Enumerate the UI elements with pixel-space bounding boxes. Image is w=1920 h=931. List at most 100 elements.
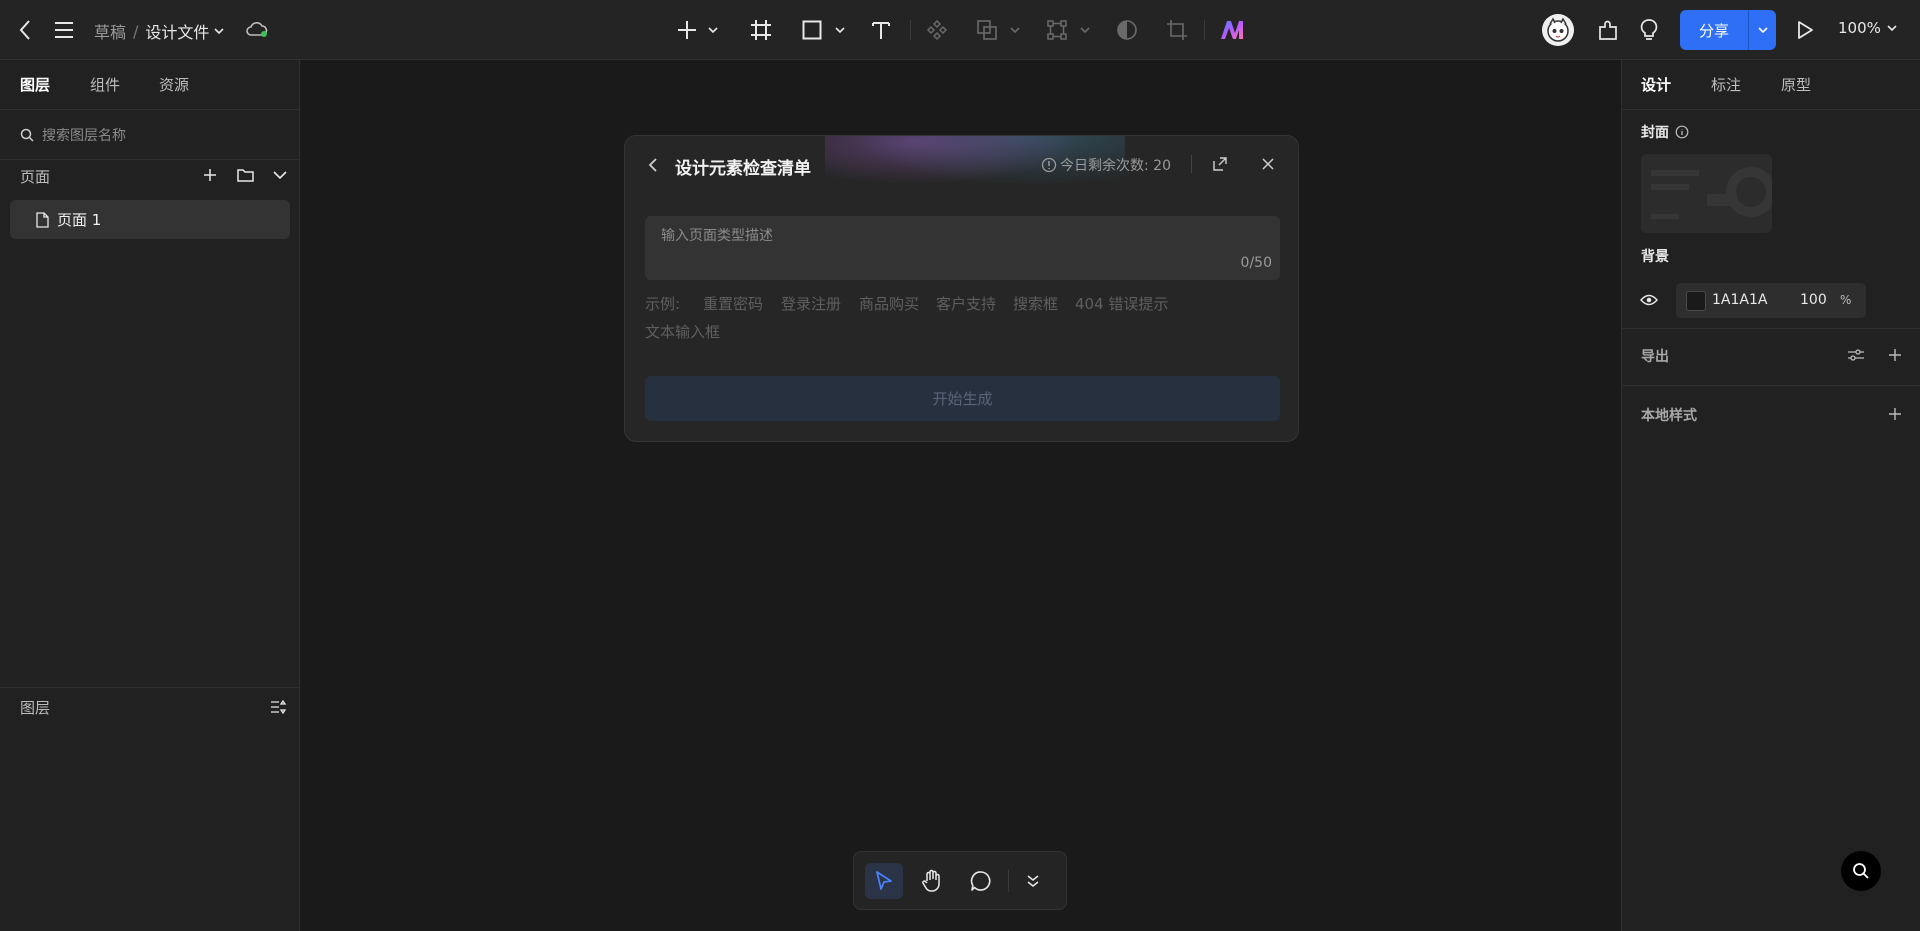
menu-icon[interactable] (53, 18, 75, 42)
divider (0, 687, 300, 688)
divider (1622, 385, 1920, 386)
double-chevron-down-icon[interactable] (1019, 867, 1047, 895)
settings-sliders-icon[interactable] (1845, 344, 1867, 366)
mask-icon[interactable] (1114, 17, 1140, 43)
zoom-value: 100% (1838, 19, 1881, 37)
layers-section-label: 图层 (20, 699, 51, 717)
bg-opacity-unit: % (1840, 293, 1852, 307)
color-swatch[interactable] (1686, 291, 1706, 311)
divider (0, 159, 300, 160)
chevron-down-icon[interactable] (1008, 24, 1022, 36)
comment-icon[interactable] (965, 865, 997, 897)
example-chip[interactable]: 文本输入框 (645, 321, 720, 342)
boolean-icon[interactable] (974, 17, 1000, 43)
chevron-down-icon[interactable] (706, 24, 720, 36)
tab-prototype[interactable]: 原型 (1781, 74, 1811, 95)
example-chip[interactable]: 重置密码 (703, 293, 763, 314)
add-style-icon[interactable] (1884, 403, 1906, 425)
divider (1622, 328, 1920, 329)
breadcrumb: 草稿 / 设计文件 (94, 19, 224, 43)
layer-search[interactable]: 搜索图层名称 (20, 120, 280, 150)
cover-header: 封面 (1641, 122, 1689, 142)
tab-annotation[interactable]: 标注 (1711, 74, 1741, 95)
header-divider (1191, 155, 1192, 173)
breadcrumb-separator: / (133, 21, 139, 41)
toolbar-divider (910, 20, 911, 40)
zoom-select[interactable]: 100% (1838, 19, 1897, 37)
pages-label: 页面 (20, 168, 51, 186)
page-icon (36, 211, 49, 228)
example-chip[interactable]: 搜索框 (1013, 293, 1058, 314)
toolbar-divider (1204, 20, 1205, 40)
cover-thumbnail[interactable] (1641, 154, 1772, 233)
quota-info: 今日剩余次数: 20 (1041, 155, 1171, 175)
avatar[interactable] (1542, 14, 1574, 46)
folder-icon[interactable] (235, 165, 255, 185)
checklist-dialog: 设计元素检查清单 今日剩余次数: 20 输入页面类型描述 0/50 示例: 重置… (624, 135, 1299, 442)
file-name[interactable]: 设计文件 (145, 19, 209, 43)
share-dropdown-button[interactable] (1749, 10, 1776, 50)
chevron-down-icon[interactable] (270, 165, 290, 185)
chevron-down-icon (1757, 26, 1768, 33)
close-icon[interactable] (1257, 153, 1279, 175)
ai-plugin-logo-icon[interactable] (1218, 16, 1246, 44)
text-tool-icon[interactable] (868, 17, 894, 43)
bottom-tool-bar (853, 851, 1067, 910)
chevron-down-icon[interactable] (833, 24, 847, 36)
background-fill-row[interactable]: 1A1A1A 100 % (1676, 283, 1866, 318)
hand-tool-icon[interactable] (916, 865, 948, 897)
vector-edit-icon[interactable] (1044, 17, 1070, 43)
search-input[interactable]: 搜索图层名称 (42, 125, 126, 145)
info-icon (1041, 157, 1057, 173)
divider (1622, 109, 1920, 110)
background-label: 背景 (1641, 249, 1669, 265)
play-icon[interactable] (1792, 17, 1818, 43)
share-button[interactable]: 分享 (1680, 10, 1748, 50)
local-styles-label: 本地样式 (1641, 408, 1697, 424)
component-icon[interactable] (924, 17, 950, 43)
expand-icon[interactable] (1209, 153, 1231, 175)
bg-opacity-value[interactable]: 100 (1800, 292, 1827, 308)
char-count: 0/50 (1240, 255, 1272, 271)
page-item-label: 页面 1 (57, 211, 102, 229)
generate-button[interactable]: 开始生成 (645, 376, 1280, 421)
rectangle-icon[interactable] (799, 17, 825, 43)
back-icon[interactable] (643, 154, 663, 176)
search-fab-icon[interactable] (1841, 851, 1881, 891)
tab-layers[interactable]: 图层 (20, 74, 50, 95)
layer-sort-icon[interactable] (268, 697, 290, 717)
chevron-down-icon (1887, 24, 1897, 31)
right-panel: 设计 标注 原型 封面 背景 1A1A1A 100 % 导出 本地样式 (1621, 60, 1920, 931)
chevron-down-icon[interactable] (214, 27, 224, 35)
move-tool-icon[interactable] (865, 863, 903, 899)
visibility-eye-icon[interactable] (1638, 289, 1660, 311)
add-page-icon[interactable] (200, 165, 220, 185)
chevron-down-icon[interactable] (1078, 24, 1092, 36)
tab-design[interactable]: 设计 (1641, 74, 1671, 95)
add-icon[interactable] (674, 17, 700, 43)
page-type-input[interactable]: 输入页面类型描述 0/50 (645, 216, 1280, 280)
divider (0, 109, 300, 110)
example-chip[interactable]: 404 错误提示 (1075, 293, 1168, 314)
add-export-icon[interactable] (1884, 344, 1906, 366)
input-placeholder: 输入页面类型描述 (661, 228, 773, 244)
cloud-sync-icon (244, 18, 270, 40)
back-icon[interactable] (14, 16, 36, 44)
example-chip[interactable]: 客户支持 (936, 293, 996, 314)
lightbulb-icon[interactable] (1636, 17, 1662, 43)
page-item[interactable]: 页面 1 (10, 200, 290, 239)
plugin-icon[interactable] (1595, 17, 1621, 43)
crop-icon[interactable] (1164, 17, 1190, 43)
example-chip[interactable]: 商品购买 (859, 293, 919, 314)
cover-placeholder-icon (1651, 167, 1772, 219)
bg-color-hex[interactable]: 1A1A1A (1712, 292, 1767, 308)
example-chip[interactable]: 登录注册 (781, 293, 841, 314)
breadcrumb-parent[interactable]: 草稿 (94, 19, 126, 43)
examples-label: 示例: (645, 295, 681, 313)
info-icon[interactable] (1675, 125, 1689, 139)
left-panel: 图层 组件 资源 搜索图层名称 页面 页面 1 图层 (0, 60, 300, 931)
cover-label: 封面 (1641, 125, 1669, 141)
frame-icon[interactable] (748, 17, 774, 43)
tab-components[interactable]: 组件 (90, 74, 120, 95)
tab-assets[interactable]: 资源 (159, 74, 189, 95)
